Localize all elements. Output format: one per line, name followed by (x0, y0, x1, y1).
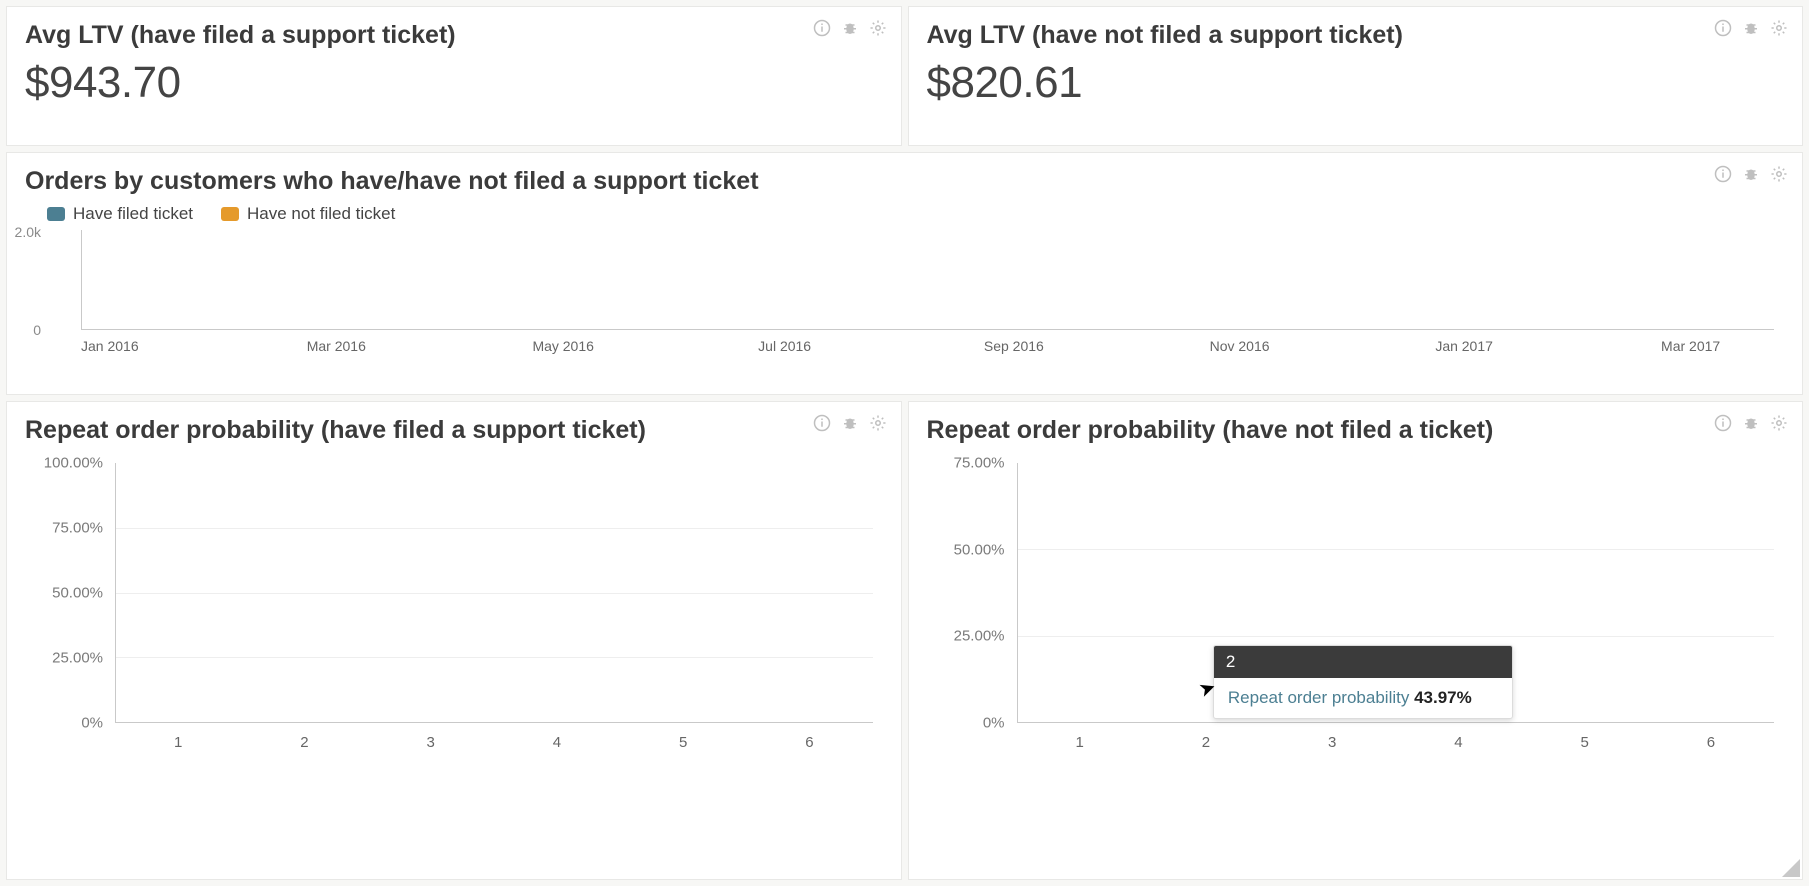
resize-handle-icon[interactable] (1782, 859, 1800, 877)
y-tick-label: 75.00% (954, 455, 1005, 472)
info-icon[interactable] (1714, 19, 1732, 37)
info-icon[interactable] (1714, 165, 1732, 183)
legend-label: Have filed ticket (73, 204, 193, 224)
ltv-unfiled-value: $820.61 (927, 58, 1785, 108)
y-tick-label: 2.0k (15, 224, 41, 240)
x-axis: 123456 (1017, 734, 1775, 751)
x-tick-label: May 2016 (532, 338, 645, 354)
tooltip-header: 2 (1214, 646, 1512, 678)
y-tick-label: 50.00% (954, 541, 1005, 558)
y-tick-label: 100.00% (44, 455, 103, 472)
panel-repeat-unfiled: Repeat order probability (have not filed… (908, 401, 1804, 880)
bug-icon[interactable] (1742, 19, 1760, 37)
x-tick-label: Jul 2016 (758, 338, 871, 354)
panel-actions (1714, 414, 1788, 432)
x-tick-label: 1 (1017, 734, 1143, 751)
x-tick-label: 3 (1269, 734, 1395, 751)
x-tick-label: 4 (494, 734, 620, 751)
repeat-filed-chart: 100.00% 75.00% 50.00% 25.00% 0% 123456 (25, 453, 883, 753)
x-tick-label (1322, 338, 1435, 354)
panel-title: Avg LTV (have filed a support ticket) (25, 21, 883, 50)
plot-area[interactable] (115, 463, 873, 723)
chart-legend: Have filed ticket Have not filed ticket (47, 204, 1784, 224)
x-tick-label: Jan 2016 (81, 338, 194, 354)
panel-title: Repeat order probability (have not filed… (927, 416, 1785, 445)
panel-title: Orders by customers who have/have not fi… (25, 167, 1784, 196)
x-tick-label: Sep 2016 (984, 338, 1097, 354)
gear-icon[interactable] (869, 19, 887, 37)
y-axis: 100.00%75.00%50.00%25.00%0% (25, 463, 107, 723)
x-tick-label: 3 (368, 734, 494, 751)
x-tick-label: 1 (115, 734, 241, 751)
info-icon[interactable] (813, 414, 831, 432)
bug-icon[interactable] (1742, 165, 1760, 183)
x-tick-label: Mar 2017 (1661, 338, 1774, 354)
x-tick-label: 5 (1522, 734, 1648, 751)
orders-x-axis: Jan 2016 Mar 2016 May 2016 Jul 2016 Sep 2016… (81, 338, 1774, 354)
panel-title: Repeat order probability (have filed a s… (25, 416, 883, 445)
legend-label: Have not filed ticket (247, 204, 395, 224)
info-icon[interactable] (1714, 414, 1732, 432)
repeat-unfiled-chart: 75.00%50.00%25.00%0% 123456 2 Repeat ord… (927, 453, 1785, 753)
y-tick-label: 25.00% (954, 628, 1005, 645)
y-tick-label: 75.00% (52, 520, 103, 537)
y-tick-label: 0% (81, 715, 103, 732)
panel-ltv-unfiled: Avg LTV (have not filed a support ticket… (908, 6, 1804, 146)
chart-tooltip: 2 Repeat order probability 43.97% (1213, 645, 1513, 719)
x-tick-label: 2 (241, 734, 367, 751)
tooltip-value: 43.97% (1414, 688, 1472, 707)
y-tick-label: 0% (983, 715, 1005, 732)
dashboard: Avg LTV (have filed a support ticket) $9… (0, 0, 1809, 886)
gear-icon[interactable] (869, 414, 887, 432)
x-tick-label (194, 338, 307, 354)
legend-item-not-filed[interactable]: Have not filed ticket (221, 204, 395, 224)
y-tick-label: 25.00% (52, 650, 103, 667)
swatch-not-filed (221, 207, 239, 221)
x-tick-label (871, 338, 984, 354)
x-tick-label: 6 (746, 734, 872, 751)
x-tick-label: 5 (620, 734, 746, 751)
panel-repeat-filed: Repeat order probability (have filed a s… (6, 401, 902, 880)
x-tick-label (420, 338, 533, 354)
panel-actions (1714, 19, 1788, 37)
tooltip-label: Repeat order probability (1228, 688, 1409, 707)
x-tick-label: Nov 2016 (1210, 338, 1323, 354)
bug-icon[interactable] (841, 19, 859, 37)
x-axis: 123456 (115, 734, 873, 751)
x-tick-label: 6 (1648, 734, 1774, 751)
tooltip-body: Repeat order probability 43.97% (1214, 678, 1512, 718)
gear-icon[interactable] (1770, 414, 1788, 432)
orders-plot-area[interactable] (81, 230, 1774, 330)
panel-ltv-filed: Avg LTV (have filed a support ticket) $9… (6, 6, 902, 146)
y-tick-label: 50.00% (52, 585, 103, 602)
bug-icon[interactable] (841, 414, 859, 432)
panel-title: Avg LTV (have not filed a support ticket… (927, 21, 1785, 50)
x-tick-label: Jan 2017 (1435, 338, 1548, 354)
orders-chart: 2.0k 0 Jan 2016Mar 2016May 2016Jul 2016S… (47, 230, 1774, 380)
info-icon[interactable] (813, 19, 831, 37)
x-tick-label: 2 (1143, 734, 1269, 751)
x-tick-label (1548, 338, 1661, 354)
swatch-filed (47, 207, 65, 221)
y-tick-label: 0 (33, 322, 41, 338)
panel-orders: Orders by customers who have/have not fi… (6, 152, 1803, 395)
gear-icon[interactable] (1770, 19, 1788, 37)
x-tick-label (1097, 338, 1210, 354)
x-tick-label: Mar 2016 (307, 338, 420, 354)
y-axis: 75.00%50.00%25.00%0% (927, 463, 1009, 723)
legend-item-filed[interactable]: Have filed ticket (47, 204, 193, 224)
ltv-filed-value: $943.70 (25, 58, 883, 108)
gear-icon[interactable] (1770, 165, 1788, 183)
x-tick-label (645, 338, 758, 354)
panel-actions (813, 414, 887, 432)
panel-actions (1714, 165, 1788, 183)
bug-icon[interactable] (1742, 414, 1760, 432)
x-tick-label: 4 (1395, 734, 1521, 751)
panel-actions (813, 19, 887, 37)
